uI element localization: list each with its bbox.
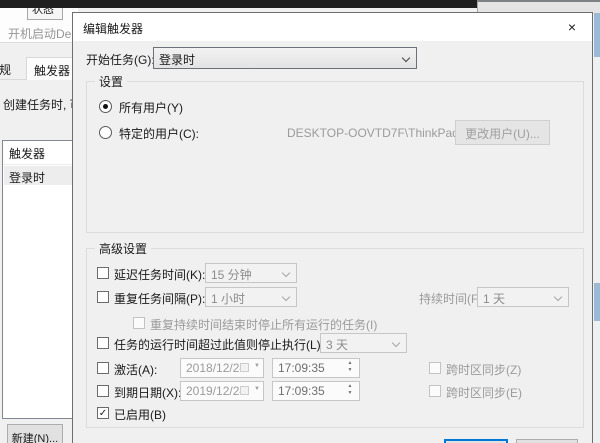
expire-time-field[interactable]: 17:09:35 ▲ ▼ [272, 381, 360, 401]
stop-task-checkbox[interactable] [97, 337, 109, 349]
begin-task-value: 登录时 [159, 53, 196, 67]
stop-task-combobox[interactable]: 3 天 [320, 333, 407, 353]
spinner-up-icon: ▲ [347, 383, 353, 389]
settings-group-title: 设置 [95, 73, 128, 90]
expire-time-value: 17:09:35 [278, 384, 325, 398]
background-window-title: 开机启动Deb [8, 27, 79, 41]
delay-label: 延迟任务时间(K): [114, 268, 206, 282]
chevron-down-icon [391, 338, 401, 348]
time-spinner[interactable]: ▲ ▼ [345, 360, 355, 374]
spinner-down-icon: ▼ [347, 367, 353, 373]
expire-date-value: 2019/12/24 [186, 384, 247, 398]
dropdown-arrow-icon: ▼ [254, 363, 260, 369]
list-item-label: 登录时 [9, 171, 46, 185]
repeat-combobox[interactable]: 1 小时 [205, 287, 297, 307]
stop-task-label: 任务的运行时间超过此值则停止执行(L): [114, 338, 325, 352]
specific-user-radio[interactable] [99, 126, 112, 139]
dialog-title: 编辑触发器 [83, 22, 144, 36]
duration-combobox[interactable]: 1 天 [477, 287, 569, 307]
activate-label: 激活(A): [114, 363, 158, 377]
date-dropdown[interactable]: ▼ [240, 362, 260, 374]
enabled-label: 已启用(B) [114, 408, 166, 422]
expire-date-picker[interactable]: 2019/12/24 ▼ [180, 381, 264, 401]
chevron-down-icon [281, 292, 291, 302]
sync-e-checkbox[interactable] [429, 385, 441, 397]
triggers-list: 触发器 登录时 [2, 140, 79, 419]
all-users-radio[interactable] [99, 100, 112, 113]
repeat-checkbox[interactable] [97, 291, 109, 303]
chevron-down-icon [553, 292, 563, 302]
duration-value: 1 天 [483, 292, 506, 306]
new-trigger-button[interactable]: 新建(N)... [7, 424, 63, 443]
right-sliver-selection [594, 283, 600, 321]
activate-date-picker[interactable]: 2018/12/24 ▼ [180, 358, 264, 378]
delay-value: 15 分钟 [211, 268, 252, 282]
spinner-up-icon: ▲ [347, 360, 353, 366]
calendar-icon [240, 386, 249, 395]
stop-all-label: 重复持续时间结束时停止所有运行的任务(I) [150, 318, 378, 332]
screenshot-root: 状态 开机启动Deb 常规 触发器 创建任务时, 可 触发器 登录时 新建(N)… [0, 0, 600, 443]
ok-button[interactable]: 确定 [444, 439, 508, 443]
list-header-divider [3, 164, 79, 165]
status-column-label: 状态 [32, 8, 54, 16]
hint-text: 创建任务时, 可 [3, 98, 82, 112]
time-spinner[interactable]: ▲ ▼ [345, 383, 355, 397]
delay-combobox[interactable]: 15 分钟 [205, 263, 297, 283]
tab-triggers[interactable]: 触发器 [26, 57, 78, 80]
repeat-value: 1 小时 [211, 292, 246, 306]
list-item-logon[interactable]: 登录时 [4, 166, 78, 185]
spinner-down-icon: ▼ [347, 390, 353, 396]
specific-user-value: DESKTOP-OOVTD7F\ThinkPad [287, 126, 459, 140]
top-dark-titlebar [0, 0, 477, 8]
background-properties-window: 状态 开机启动Deb 常规 触发器 创建任务时, 可 触发器 登录时 新建(N)… [0, 8, 82, 443]
calendar-icon [240, 363, 249, 372]
chevron-down-icon [401, 53, 411, 63]
right-sliver-selection [594, 13, 600, 57]
checkmark-icon: ✓ [98, 408, 108, 419]
advanced-group-title: 高级设置 [95, 240, 152, 257]
specific-user-label: 特定的用户(C): [119, 127, 199, 141]
expire-label: 到期日期(X): [114, 386, 182, 400]
stop-all-checkbox[interactable] [133, 317, 145, 329]
radio-dot [103, 104, 108, 109]
sync-z-label: 跨时区同步(Z) [446, 363, 522, 377]
expire-checkbox[interactable] [97, 385, 109, 397]
activate-date-value: 2018/12/24 [186, 361, 247, 375]
chevron-down-icon [281, 268, 291, 278]
edit-trigger-dialog: 编辑触发器 × 开始任务(G): 登录时 设置 所有用户(Y) 特定的用户(C)… [72, 12, 593, 443]
date-dropdown[interactable]: ▼ [240, 385, 260, 397]
advanced-settings-group: 高级设置 延迟任务时间(K): 15 分钟 重复任务间隔(P): 1 小时 持续… [86, 240, 584, 428]
activate-time-field[interactable]: 17:09:35 ▲ ▼ [272, 358, 360, 378]
begin-task-label: 开始任务(G): [86, 53, 155, 67]
cancel-button[interactable]: 取消 [516, 439, 578, 443]
change-user-button[interactable]: 更改用户(U)... [455, 120, 550, 145]
repeat-label: 重复任务间隔(P): [114, 292, 206, 306]
settings-group: 设置 所有用户(Y) 特定的用户(C): DESKTOP-OOVTD7F\Thi… [86, 73, 584, 233]
dialog-titlebar: 编辑触发器 × [73, 13, 592, 41]
status-column-header: 状态 [27, 8, 63, 20]
duration-label: 持续时间(F): [419, 292, 486, 306]
triggers-list-header: 触发器 [9, 147, 46, 161]
close-icon[interactable]: × [557, 17, 587, 37]
tab-general[interactable]: 常规 [0, 61, 11, 78]
enabled-checkbox[interactable]: ✓ [97, 407, 109, 419]
begin-task-combobox[interactable]: 登录时 [153, 47, 417, 69]
activate-time-value: 17:09:35 [278, 361, 325, 375]
all-users-label: 所有用户(Y) [119, 101, 183, 115]
dropdown-arrow-icon: ▼ [254, 386, 260, 392]
sync-z-checkbox[interactable] [429, 362, 441, 374]
stop-task-value: 3 天 [326, 338, 349, 352]
tab-triggers-label: 触发器 [33, 64, 70, 78]
sync-e-label: 跨时区同步(E) [446, 386, 522, 400]
delay-checkbox[interactable] [97, 267, 109, 279]
activate-checkbox[interactable] [97, 362, 109, 374]
right-background-sliver [594, 13, 600, 443]
